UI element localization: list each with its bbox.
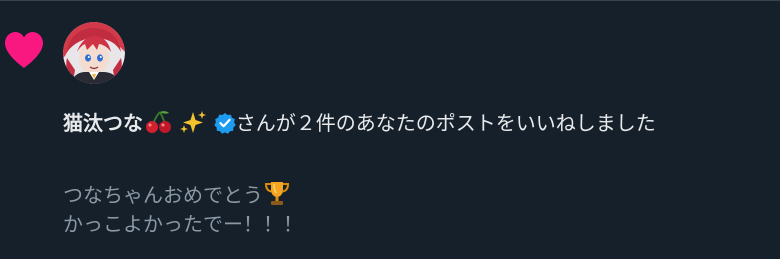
like-notification[interactable]: 猫汰つな さんが２件のあなたのポストをいいねしました つなちゃんおめでとう かっ… bbox=[0, 0, 780, 259]
user-name[interactable]: 猫汰つな bbox=[63, 111, 143, 135]
action-text: さんが２件のあなたのポストをいいねしました bbox=[235, 111, 656, 135]
heart-icon bbox=[3, 31, 45, 69]
trophy-icon bbox=[263, 180, 291, 206]
avatar[interactable] bbox=[63, 22, 125, 84]
post-text-line-2: かっこよかったでー！！！ bbox=[63, 212, 303, 236]
post-text-line-1: つなちゃんおめでとう bbox=[63, 180, 763, 210]
notification-headline: 猫汰つな さんが２件のあなたのポストをいいねしました bbox=[63, 105, 763, 141]
verified-badge-icon bbox=[214, 112, 236, 134]
cherries-icon bbox=[143, 110, 173, 134]
sparkles-icon bbox=[179, 110, 207, 134]
post-preview[interactable]: つなちゃんおめでとう かっこよかったでー！！！ bbox=[63, 180, 763, 239]
